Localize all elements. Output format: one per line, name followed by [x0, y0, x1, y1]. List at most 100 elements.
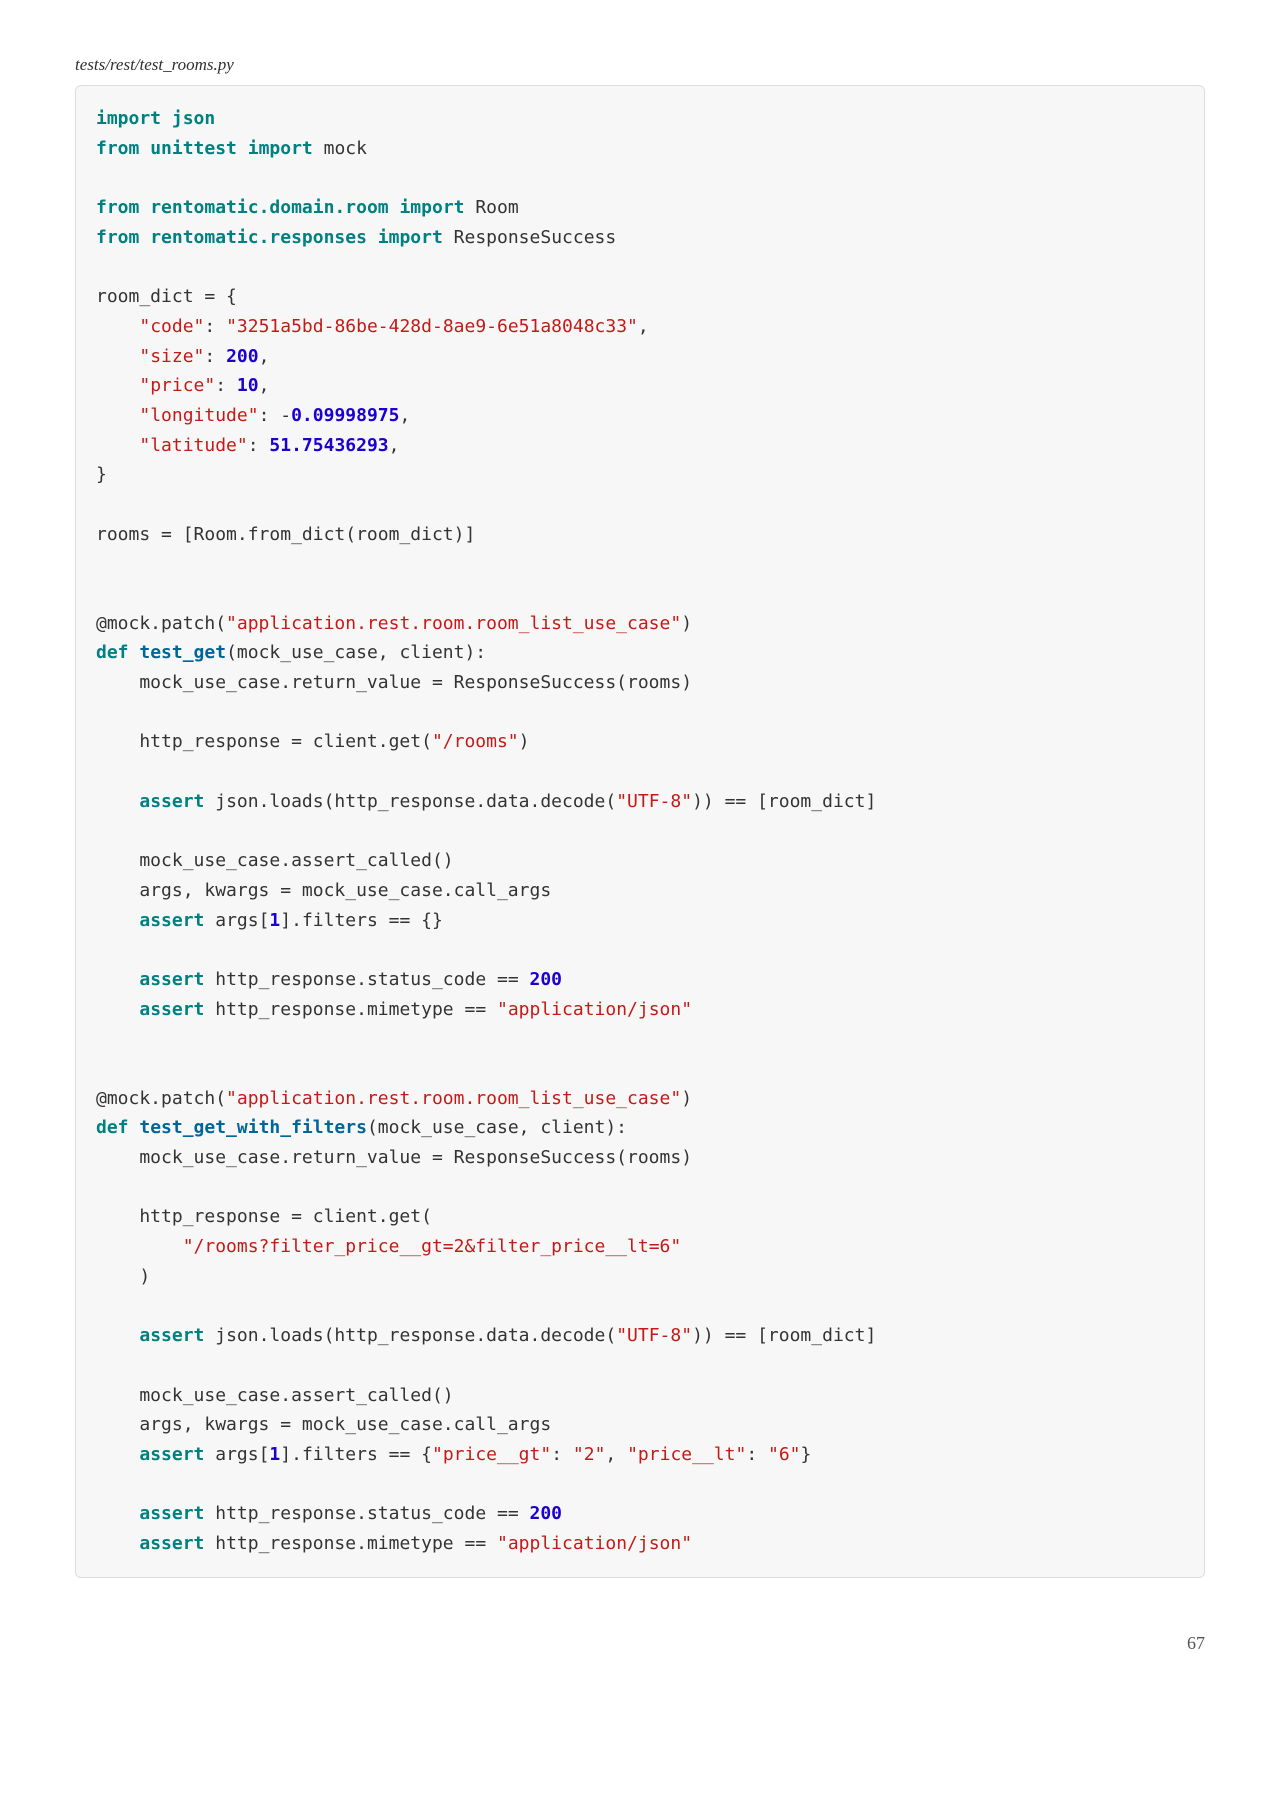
mod: rentomatic.domain.room [150, 197, 388, 218]
txt: ].filters == {} [280, 910, 443, 931]
str: "/rooms" [432, 731, 519, 752]
num: 1 [269, 910, 280, 931]
num: 200 [226, 346, 259, 367]
str: "application/json" [497, 999, 692, 1020]
txt: ) [681, 1088, 692, 1109]
num: 0.09998975 [291, 405, 399, 426]
num: 200 [530, 1503, 563, 1524]
str: "UTF-8" [616, 1325, 692, 1346]
txt: rooms = [Room.from_dict(room_dict)] [96, 524, 475, 545]
txt: : [551, 1444, 573, 1465]
str: "latitude" [139, 435, 247, 456]
kw-assert: assert [139, 1444, 204, 1465]
decor: @mock.patch( [96, 1088, 226, 1109]
txt: http_response.mimetype == [204, 999, 497, 1020]
txt: : - [259, 405, 292, 426]
kw-assert: assert [139, 969, 204, 990]
txt: , [259, 346, 270, 367]
fn-name: test_get_with_filters [139, 1117, 367, 1138]
kw-from: from [96, 138, 139, 159]
str: "UTF-8" [616, 791, 692, 812]
num: 51.75436293 [269, 435, 388, 456]
txt: mock_use_case.assert_called() [96, 1385, 454, 1406]
mod: rentomatic.responses [150, 227, 367, 248]
str: "price__gt" [432, 1444, 551, 1465]
txt: ].filters == { [280, 1444, 432, 1465]
txt: ) [519, 731, 530, 752]
str: "application.rest.room.room_list_use_cas… [226, 613, 681, 634]
str: "application/json" [497, 1533, 692, 1554]
num: 10 [237, 375, 259, 396]
txt: args[ [204, 1444, 269, 1465]
txt: http_response = client.get( [96, 731, 432, 752]
decor: @mock.patch( [96, 613, 226, 634]
kw-assert: assert [139, 1503, 204, 1524]
code-block: import json from unittest import mock fr… [75, 85, 1205, 1578]
txt: Room [465, 197, 519, 218]
mod-unittest: unittest [150, 138, 237, 159]
txt: , [389, 435, 400, 456]
txt: , [259, 375, 270, 396]
txt: args, kwargs = mock_use_case.call_args [96, 1414, 551, 1435]
str: "price__lt" [627, 1444, 746, 1465]
txt: ResponseSuccess [443, 227, 616, 248]
kw-import: import [248, 138, 313, 159]
kw-assert: assert [139, 1533, 204, 1554]
txt: : [746, 1444, 768, 1465]
kw-assert: assert [139, 791, 204, 812]
fn-name: test_get [139, 642, 226, 663]
str: "/rooms?filter_price__gt=2&filter_price_… [183, 1236, 682, 1257]
str: "size" [139, 346, 204, 367]
str: "2" [573, 1444, 606, 1465]
str: "6" [768, 1444, 801, 1465]
txt: : [204, 316, 226, 337]
kw-from: from [96, 197, 139, 218]
kw-assert: assert [139, 999, 204, 1020]
txt: json.loads(http_response.data.decode( [204, 1325, 616, 1346]
str: "price" [139, 375, 215, 396]
txt: : [248, 435, 270, 456]
kw-assert: assert [139, 1325, 204, 1346]
txt: mock_use_case.assert_called() [96, 850, 454, 871]
txt: mock_use_case.return_value = ResponseSuc… [96, 672, 692, 693]
kw-from: from [96, 227, 139, 248]
txt: } [801, 1444, 812, 1465]
txt: : [215, 375, 237, 396]
txt: http_response.status_code == [204, 1503, 529, 1524]
txt: , [399, 405, 410, 426]
kw-import: import [399, 197, 464, 218]
kw-import: import [378, 227, 443, 248]
num: 1 [269, 1444, 280, 1465]
str: "application.rest.room.room_list_use_cas… [226, 1088, 681, 1109]
txt: , [638, 316, 649, 337]
str: "longitude" [139, 405, 258, 426]
file-path-label: tests/rest/test_rooms.py [75, 55, 1205, 75]
txt: mock_use_case.return_value = ResponseSuc… [96, 1147, 692, 1168]
txt: http_response.mimetype == [204, 1533, 497, 1554]
txt: http_response.status_code == [204, 969, 529, 990]
kw-import: import [96, 108, 161, 129]
txt: , [605, 1444, 627, 1465]
txt: http_response = client.get( [96, 1206, 432, 1227]
kw-assert: assert [139, 910, 204, 931]
txt: (mock_use_case, client): [226, 642, 486, 663]
str: "3251a5bd-86be-428d-8ae9-6e51a8048c33" [226, 316, 638, 337]
txt: json.loads(http_response.data.decode( [204, 791, 616, 812]
txt: ) [96, 1266, 150, 1287]
txt: } [96, 464, 107, 485]
page-number: 67 [75, 1633, 1205, 1654]
txt: args, kwargs = mock_use_case.call_args [96, 880, 551, 901]
txt: ) [681, 613, 692, 634]
txt: mock [313, 138, 367, 159]
txt: : [204, 346, 226, 367]
kw-def: def [96, 1117, 129, 1138]
mod-json: json [172, 108, 215, 129]
txt: )) == [room_dict] [692, 791, 876, 812]
txt: room_dict = { [96, 286, 237, 307]
num: 200 [530, 969, 563, 990]
txt: )) == [room_dict] [692, 1325, 876, 1346]
str: "code" [139, 316, 204, 337]
kw-def: def [96, 642, 129, 663]
txt: args[ [204, 910, 269, 931]
txt: (mock_use_case, client): [367, 1117, 627, 1138]
